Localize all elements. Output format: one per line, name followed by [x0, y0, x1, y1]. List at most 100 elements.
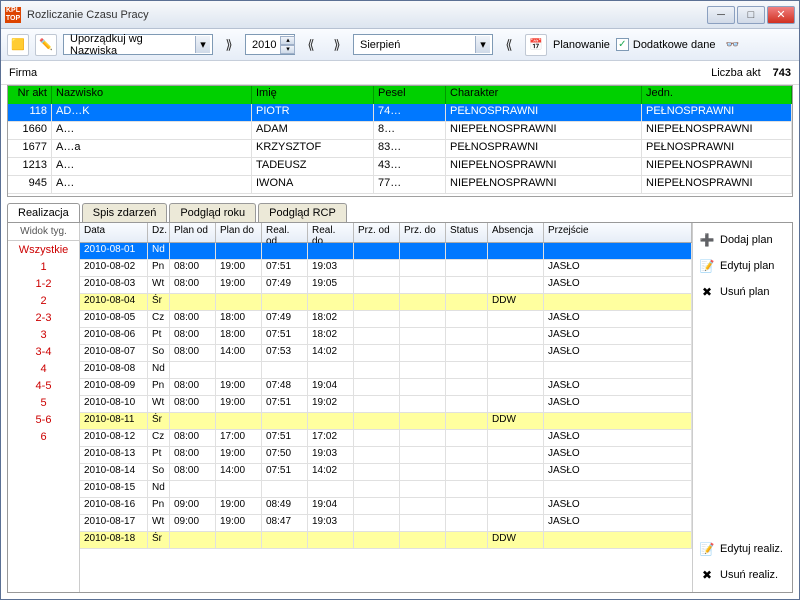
year-input[interactable]: 2010 ▴ ▾ [245, 34, 295, 55]
col-pesel[interactable]: Pesel [374, 86, 446, 104]
employee-row[interactable]: 1677A…aKRZYSZTOF83…PEŁNOSPRAWNIPEŁNOSPRA… [8, 140, 792, 158]
schedule-row[interactable]: 2010-08-08Nd [80, 362, 692, 379]
schedule-rows[interactable]: 2010-08-01Nd2010-08-02Pn08:0019:0007:511… [80, 243, 692, 592]
week-item[interactable]: Wszystkie [19, 241, 69, 258]
firm-row: Firma Liczba akt 743 [1, 61, 799, 85]
extra-data-label: Dodatkowe dane [633, 39, 716, 51]
col-nr[interactable]: Nr akt [8, 86, 52, 104]
delete-realiz-button[interactable]: ✖Usuń realiz. [697, 564, 788, 586]
week-item[interactable]: 3 [19, 326, 69, 343]
week-item[interactable]: 1 [19, 258, 69, 275]
employee-row[interactable]: 1660A…ADAM8…NIEPEŁNOSPRAWNINIEPEŁNOSPRAW… [8, 122, 792, 140]
week-item[interactable]: 5 [19, 394, 69, 411]
col-status[interactable]: Status [446, 223, 488, 242]
tabs: RealizacjaSpis zdarzeńPodgląd rokuPodglą… [7, 203, 793, 222]
col-realod[interactable]: Real. od [262, 223, 308, 242]
tab-podgląd-roku[interactable]: Podgląd roku [169, 203, 256, 222]
col-dz[interactable]: Dz. [148, 223, 170, 242]
employee-header: Nr akt Nazwisko Imię Pesel Charakter Jed… [8, 86, 792, 104]
filter-button-1[interactable]: 🟨 [7, 34, 29, 56]
col-przod[interactable]: Prz. od [354, 223, 400, 242]
chevron-down-icon: ▾ [195, 36, 210, 53]
schedule-row[interactable]: 2010-08-16Pn09:0019:0008:4919:04JASŁO [80, 498, 692, 515]
week-item[interactable]: 1-2 [19, 275, 69, 292]
employee-row[interactable]: 945A…IWONA77…NIEPEŁNOSPRAWNINIEPEŁNOSPRA… [8, 176, 792, 194]
schedule-area: Data Dz. Plan od Plan do Real. od Real. … [80, 223, 792, 592]
year-up-button[interactable]: ▴ [280, 36, 295, 45]
year-down-button[interactable]: ▾ [280, 45, 295, 54]
filter-button-2[interactable]: ✏️ [35, 34, 57, 56]
employee-row[interactable]: 1213A…TADEUSZ43…NIEPEŁNOSPRAWNINIEPEŁNOS… [8, 158, 792, 176]
employee-row[interactable]: 118AD…KPIOTR74…PEŁNOSPRAWNIPEŁNOSPRAWNI [8, 104, 792, 122]
week-item[interactable]: 4 [19, 360, 69, 377]
app-icon: KPLTOP [5, 7, 21, 23]
month-text: Sierpień [356, 39, 475, 51]
tab-realizacja[interactable]: Realizacja [7, 203, 80, 222]
week-item[interactable]: 5-6 [19, 411, 69, 428]
schedule-row[interactable]: 2010-08-03Wt08:0019:0007:4919:05JASŁO [80, 277, 692, 294]
schedule-row[interactable]: 2010-08-14So08:0014:0007:5114:02JASŁO [80, 464, 692, 481]
extra-data-checkbox[interactable]: ✓ Dodatkowe dane [616, 38, 716, 51]
sort-combo[interactable]: Uporządkuj wg Nazwiska ▾ [63, 34, 213, 55]
col-przdo[interactable]: Prz. do [400, 223, 446, 242]
week-item[interactable]: 6 [19, 428, 69, 445]
week-item[interactable]: 2 [19, 292, 69, 309]
week-item[interactable]: 3-4 [19, 343, 69, 360]
count-label: Liczba akt [711, 67, 761, 79]
schedule-row[interactable]: 2010-08-12Cz08:0017:0007:5117:02JASŁO [80, 430, 692, 447]
window-title: Rozliczanie Czasu Pracy [27, 9, 707, 21]
week-item[interactable]: 2-3 [19, 309, 69, 326]
calendar-icon[interactable]: 📅 [525, 34, 547, 56]
week-item[interactable]: 4-5 [19, 377, 69, 394]
schedule-row[interactable]: 2010-08-05Cz08:0018:0007:4918:02JASŁO [80, 311, 692, 328]
schedule-row[interactable]: 2010-08-04ŚrDDW [80, 294, 692, 311]
delete-icon: ✖ [699, 567, 715, 583]
month-next-button[interactable]: ⟪ [499, 35, 519, 55]
col-data[interactable]: Data [80, 223, 148, 242]
delete-plan-button[interactable]: ✖Usuń plan [697, 281, 788, 303]
tab-spis-zdarzeń[interactable]: Spis zdarzeń [82, 203, 168, 222]
schedule-row[interactable]: 2010-08-02Pn08:0019:0007:5119:03JASŁO [80, 260, 692, 277]
schedule-row[interactable]: 2010-08-17Wt09:0019:0008:4719:03JASŁO [80, 515, 692, 532]
schedule-row[interactable]: 2010-08-18ŚrDDW [80, 532, 692, 549]
edit-plan-button[interactable]: 📝Edytuj plan [697, 255, 788, 277]
close-button[interactable]: ✕ [767, 6, 795, 24]
col-przejscie[interactable]: Przejście [544, 223, 692, 242]
month-prev-button[interactable]: ⟫ [327, 35, 347, 55]
add-plan-button[interactable]: ➕Dodaj plan [697, 229, 788, 251]
action-panel: ➕Dodaj plan 📝Edytuj plan ✖Usuń plan 📝Edy… [692, 223, 792, 592]
add-icon: ➕ [699, 232, 715, 248]
col-imie[interactable]: Imię [252, 86, 374, 104]
schedule-row[interactable]: 2010-08-07So08:0014:0007:5314:02JASŁO [80, 345, 692, 362]
year-prev-button[interactable]: ⟫ [219, 35, 239, 55]
firm-label: Firma [9, 67, 37, 79]
col-realdo[interactable]: Real. do [308, 223, 354, 242]
minimize-button[interactable]: ─ [707, 6, 735, 24]
schedule-row[interactable]: 2010-08-10Wt08:0019:0007:5119:02JASŁO [80, 396, 692, 413]
schedule-row[interactable]: 2010-08-06Pt08:0018:0007:5118:02JASŁO [80, 328, 692, 345]
col-nazwisko[interactable]: Nazwisko [52, 86, 252, 104]
employee-rows[interactable]: 118AD…KPIOTR74…PEŁNOSPRAWNIPEŁNOSPRAWNI1… [8, 104, 792, 196]
edit-icon: 📝 [699, 541, 715, 557]
col-charakter[interactable]: Charakter [446, 86, 642, 104]
col-jedn[interactable]: Jedn. [642, 86, 792, 104]
col-absencja[interactable]: Absencja [488, 223, 544, 242]
maximize-button[interactable]: □ [737, 6, 765, 24]
main-area: Widok tyg. Wszystkie11-222-333-444-555-6… [7, 222, 793, 593]
schedule-row[interactable]: 2010-08-01Nd [80, 243, 692, 260]
col-planod[interactable]: Plan od [170, 223, 216, 242]
edit-realiz-button[interactable]: 📝Edytuj realiz. [697, 538, 788, 560]
schedule-row[interactable]: 2010-08-11ŚrDDW [80, 413, 692, 430]
chevron-down-icon: ▾ [475, 36, 490, 53]
schedule-row[interactable]: 2010-08-15Nd [80, 481, 692, 498]
planning-label[interactable]: Planowanie [553, 39, 610, 51]
count-value: 743 [773, 67, 791, 79]
schedule-row[interactable]: 2010-08-13Pt08:0019:0007:5019:03JASŁO [80, 447, 692, 464]
col-plando[interactable]: Plan do [216, 223, 262, 242]
tab-podgląd-rcp[interactable]: Podgląd RCP [258, 203, 347, 222]
glasses-icon[interactable]: 👓 [721, 34, 743, 56]
app-window: KPLTOP Rozliczanie Czasu Pracy ─ □ ✕ 🟨 ✏… [0, 0, 800, 600]
year-next-button[interactable]: ⟪ [301, 35, 321, 55]
schedule-row[interactable]: 2010-08-09Pn08:0019:0007:4819:04JASŁO [80, 379, 692, 396]
month-combo[interactable]: Sierpień ▾ [353, 34, 493, 55]
